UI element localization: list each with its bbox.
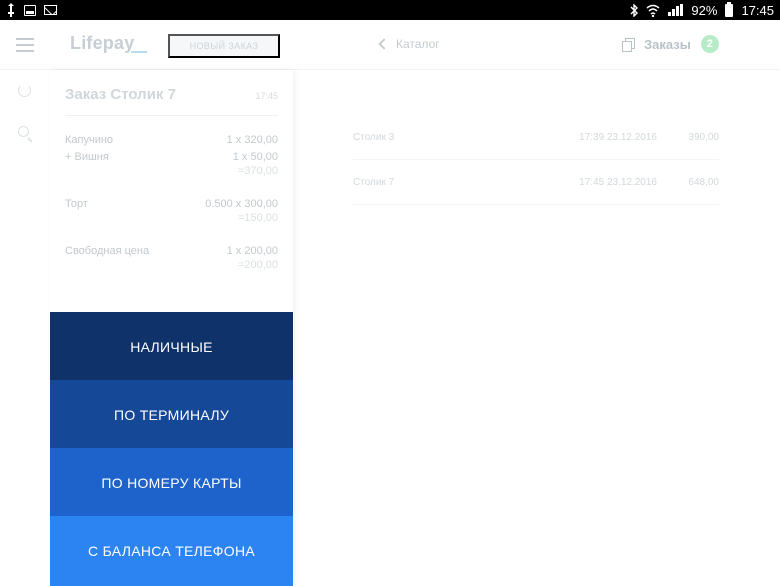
order-time: 17:45: [255, 91, 278, 101]
search-icon[interactable]: [18, 126, 29, 137]
mail-icon: [44, 5, 57, 15]
orders-label: Заказы: [644, 36, 691, 52]
refresh-icon[interactable]: [18, 84, 31, 97]
status-bar-left: [6, 3, 57, 17]
orders-icon: [622, 37, 635, 52]
item-qty: 1 x 200,00: [226, 244, 278, 257]
item-qty: 1 x 320,00: [226, 133, 278, 146]
catalog-label: Каталог: [396, 37, 440, 51]
status-bar: 92% 17:45: [0, 0, 780, 20]
pay-card-number-button[interactable]: ПО НОМЕРУ КАРТЫ: [50, 448, 293, 517]
pay-cash-button[interactable]: НАЛИЧНЫЕ: [50, 312, 293, 381]
order-time: 17:45 23.12.2016: [579, 176, 657, 188]
item-modifier-name: + Вишня: [65, 150, 109, 163]
screenshot-icon: [24, 4, 36, 16]
order-row[interactable]: Столик 3 17:39 23.12.2016 390,00: [353, 115, 719, 160]
order-item[interactable]: Капучино 1 x 320,00 + Вишня 1 x 50,00 =3…: [65, 131, 278, 181]
usb-icon: [6, 3, 16, 17]
orders-tab[interactable]: Заказы 2: [622, 35, 719, 53]
new-order-button[interactable]: НОВЫЙ ЗАКАЗ: [168, 34, 280, 58]
order-row[interactable]: Столик 7 17:45 23.12.2016 648,00: [353, 160, 719, 205]
item-name: Свободная цена: [65, 244, 150, 257]
catalog-link[interactable]: Каталог: [378, 37, 440, 51]
bluetooth-icon: [630, 3, 639, 17]
order-items: Капучино 1 x 320,00 + Вишня 1 x 50,00 =3…: [65, 131, 278, 289]
app-bar: Lifepay НОВЫЙ ЗАКАЗ Каталог Заказы 2: [0, 20, 780, 70]
battery-percent: 92%: [691, 2, 718, 18]
item-qty: 0.500 x 300,00: [205, 197, 278, 210]
order-header: Заказ Столик 7 17:45: [65, 86, 278, 116]
pay-terminal-button[interactable]: ПО ТЕРМИНАЛУ: [50, 380, 293, 449]
pay-phone-balance-button[interactable]: С БАЛАНСА ТЕЛЕФОНА: [50, 516, 293, 586]
left-rail: [0, 70, 50, 586]
order-name: Столик 7: [353, 176, 395, 188]
item-sum: =150,00: [237, 212, 278, 224]
order-time: 17:39 23.12.2016: [579, 131, 657, 143]
app-logo: Lifepay: [70, 33, 135, 53]
status-time: 17:45: [741, 2, 774, 18]
app-screen: 92% 17:45 Lifepay НОВЫЙ ЗАКАЗ Каталог За…: [0, 0, 780, 586]
item-name: Торт: [65, 197, 88, 210]
item-sum: =370,00: [237, 165, 278, 177]
item-name: Капучино: [65, 133, 114, 146]
orders-list: Столик 3 17:39 23.12.2016 390,00 Столик …: [353, 115, 719, 205]
order-amount: 648,00: [688, 176, 719, 188]
wifi-icon: [646, 3, 660, 17]
item-sum: =200,00: [237, 259, 278, 271]
order-item[interactable]: Торт 0.500 x 300,00 =150,00: [65, 195, 278, 228]
status-bar-right: 92% 17:45: [630, 1, 774, 18]
hamburger-menu-icon[interactable]: [16, 38, 34, 52]
order-item[interactable]: Свободная цена 1 x 200,00 =200,00: [65, 242, 278, 275]
signal-icon: [668, 4, 684, 16]
logo-underline: [131, 51, 147, 53]
order-title: Заказ Столик 7: [65, 86, 176, 103]
order-name: Столик 3: [353, 131, 395, 143]
orders-count-badge: 2: [700, 35, 719, 53]
battery-icon: [725, 1, 734, 17]
chevron-left-icon: [378, 38, 390, 50]
order-amount: 390,00: [688, 131, 719, 143]
item-modifier-qty: 1 x 50,00: [232, 150, 278, 163]
